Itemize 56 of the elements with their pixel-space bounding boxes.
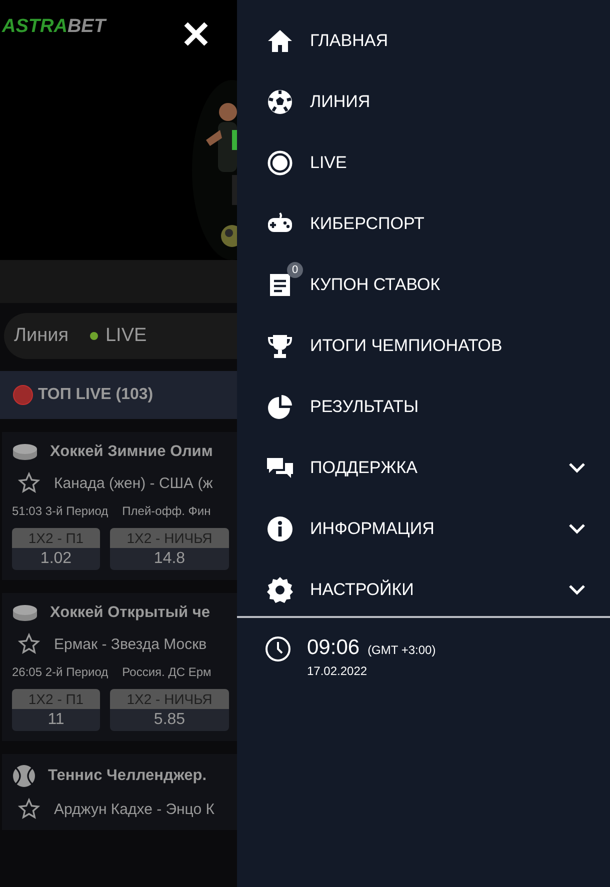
menu-label: LIVE <box>310 152 348 172</box>
menu-item[interactable]: LIVE <box>237 132 610 193</box>
star-icon[interactable] <box>18 798 40 820</box>
menu-label: КУПОН СТАВОК <box>310 274 442 294</box>
menu-label: НАСТРОЙКИ <box>310 580 415 600</box>
tournament-name: Россия. ДС Ерм <box>122 665 212 679</box>
menu-label: ИТОГИ ЧЕМПИОНАТОВ <box>310 336 504 356</box>
clock-date: 17.02.2022 <box>307 664 368 678</box>
league-title: Хоккей Открытый че <box>50 604 210 622</box>
close-icon[interactable] <box>182 20 210 48</box>
chevron-down-icon[interactable] <box>568 522 586 534</box>
tennis-ball-icon <box>12 764 36 788</box>
menu-item[interactable]: КИБЕРСПОРТ <box>237 193 610 254</box>
menu-label: ПОДДЕРЖКА <box>310 458 419 478</box>
menu-item[interactable]: ГЛАВНАЯ <box>237 10 610 71</box>
menu-label: ГЛАВНАЯ <box>310 30 389 50</box>
clock-icon <box>265 636 291 662</box>
menu-icon <box>266 392 294 420</box>
menu-item[interactable]: НАСТРОЙКИ <box>237 559 610 620</box>
tab[interactable]: LIVE <box>90 325 147 347</box>
menu-label: РЕЗУЛЬТАТЫ <box>310 396 420 416</box>
star-icon[interactable] <box>18 472 40 494</box>
clock-time: 09:06 <box>307 636 360 660</box>
chevron-down-icon[interactable] <box>568 584 586 596</box>
chevron-down-icon[interactable] <box>568 462 586 474</box>
menu-label: КИБЕРСПОРТ <box>310 214 426 234</box>
league-title: Теннис Челленджер. <box>48 767 206 785</box>
menu-icon <box>266 88 294 116</box>
match-teams: Ермак - Звезда Москв <box>54 636 207 652</box>
league-title: Хоккей Зимние Олим <box>50 443 213 461</box>
section-title: ТОП LIVE (103) <box>38 386 154 404</box>
tab[interactable]: Линия <box>14 325 68 347</box>
logo[interactable]: ASTRABET <box>2 16 106 38</box>
time-zone: (GMT +3:00) <box>368 643 436 657</box>
star-icon[interactable] <box>18 633 40 655</box>
menu-item[interactable]: ИНФОРМАЦИЯ <box>237 498 610 559</box>
menu-icon <box>266 514 294 542</box>
menu-item[interactable]: ПОДДЕРЖКА <box>237 437 610 498</box>
puck-icon <box>12 442 38 462</box>
menu-item[interactable]: ЛИНИЯ <box>237 71 610 132</box>
puck-icon <box>12 603 38 623</box>
match-teams: Канада (жен) - США (ж <box>54 474 213 492</box>
event-card[interactable]: Теннис Челленджер. Арджун Кадхе - Энцо К <box>2 754 237 830</box>
menu-item[interactable]: РЕЗУЛЬТАТЫ <box>237 376 610 437</box>
match-teams: Арджун Кадхе - Энцо К <box>54 800 214 818</box>
menu-item[interactable]: 0 КУПОН СТАВОК <box>237 254 610 315</box>
menu-label: ЛИНИЯ <box>310 92 372 112</box>
menu-icon <box>266 148 294 176</box>
count-badge: 0 <box>287 262 303 278</box>
menu-label: ИНФОРМАЦИЯ <box>310 518 436 538</box>
match-clock: 51:03 3-й Период <box>12 504 108 518</box>
match-clock: 26:05 2-й Период <box>12 665 108 679</box>
menu-icon <box>266 576 294 604</box>
menu-item[interactable]: ИТОГИ ЧЕМПИОНАТОВ <box>237 315 610 376</box>
tournament-name: Плей-офф. Фин <box>122 504 211 518</box>
live-record-icon <box>12 384 34 406</box>
